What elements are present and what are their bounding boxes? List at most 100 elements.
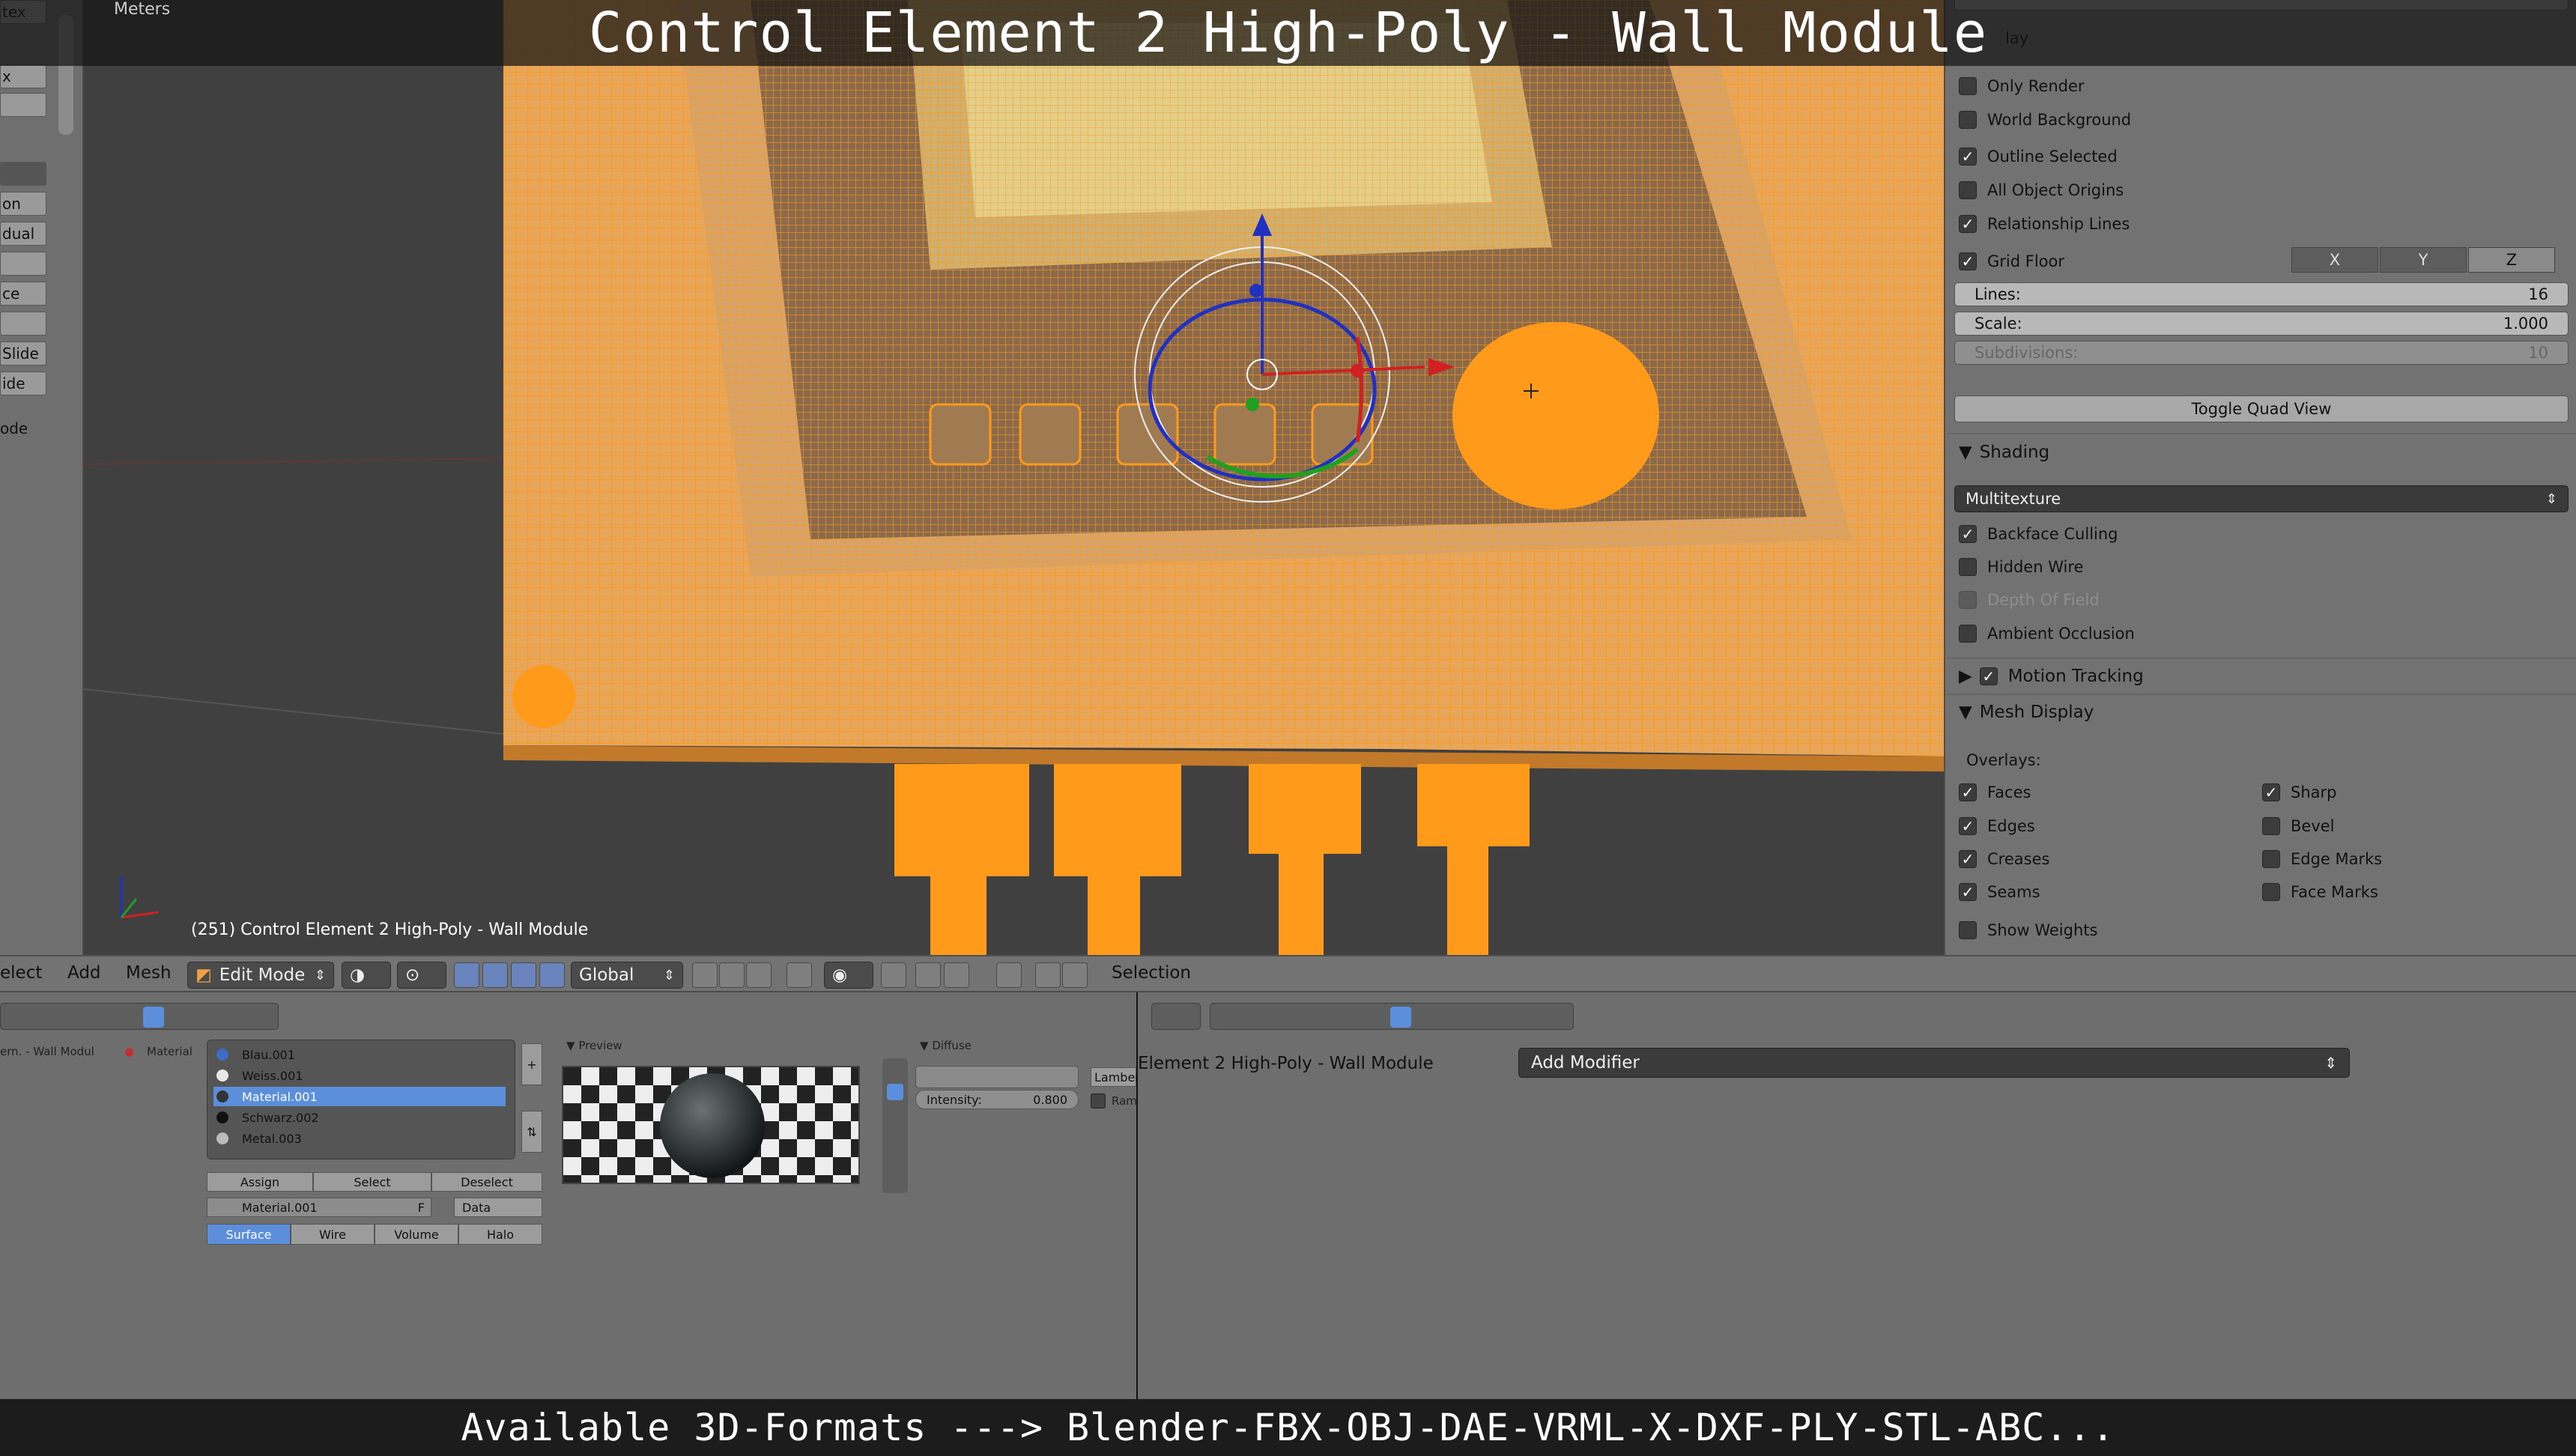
edges-checkbox[interactable]: ✓ bbox=[1959, 817, 1977, 835]
shelf-item-ode[interactable]: ode bbox=[0, 419, 28, 437]
outline-selected-row[interactable]: ✓ Outline Selected bbox=[1959, 144, 2118, 169]
tab-wire[interactable]: Wire bbox=[291, 1224, 375, 1245]
world-background-checkbox[interactable] bbox=[1959, 111, 1977, 129]
shelf-item-blank[interactable] bbox=[0, 93, 46, 117]
edge-select-icon[interactable] bbox=[719, 962, 745, 988]
camera-view-icon[interactable] bbox=[1062, 962, 1088, 988]
tab-halo[interactable]: Halo bbox=[458, 1224, 542, 1245]
face-marks-checkbox[interactable] bbox=[2262, 883, 2280, 901]
toggle-quad-view-button[interactable]: Toggle Quad View bbox=[1954, 395, 2569, 422]
add-modifier-select[interactable]: Add Modifier ⇕ bbox=[1518, 1048, 2350, 1078]
material-tab-icon[interactable] bbox=[143, 1007, 164, 1028]
preview-type-buttons[interactable] bbox=[882, 1058, 908, 1193]
lines-field[interactable]: Lines: 16 bbox=[1954, 282, 2569, 306]
seams-row[interactable]: ✓ Seams bbox=[1959, 879, 2040, 905]
sharp-row[interactable]: ✓ Sharp bbox=[2262, 780, 2336, 805]
list-item[interactable]: Blau.001 bbox=[213, 1045, 506, 1064]
hidden-wire-row[interactable]: Hidden Wire bbox=[1959, 554, 2083, 580]
properties-context-tabs-2[interactable] bbox=[1210, 1003, 1574, 1030]
all-object-origins-row[interactable]: All Object Origins bbox=[1959, 178, 2124, 203]
shelf-item-on[interactable]: on bbox=[0, 192, 46, 216]
modifier-tab-icon[interactable] bbox=[1390, 1007, 1411, 1028]
subdivisions-field[interactable]: Subdivisions: 10 bbox=[1954, 341, 2569, 365]
hidden-wire-checkbox[interactable] bbox=[1959, 558, 1977, 576]
assign-button[interactable]: Assign bbox=[207, 1172, 313, 1192]
bevel-row[interactable]: Bevel bbox=[2262, 813, 2335, 839]
only-render-checkbox[interactable] bbox=[1959, 77, 1977, 95]
shelf-item-x[interactable]: x bbox=[0, 64, 46, 88]
creases-checkbox[interactable]: ✓ bbox=[1959, 850, 1977, 868]
menu-add[interactable]: Add bbox=[67, 963, 101, 983]
shading-mode-select[interactable]: Multitexture ⇕ bbox=[1954, 485, 2569, 512]
slot-move-buttons[interactable]: ⇅ bbox=[521, 1111, 542, 1153]
shelf-item-dual[interactable]: dual bbox=[0, 222, 46, 246]
translate-manipulator-icon[interactable] bbox=[482, 962, 508, 988]
tab-surface[interactable]: Surface bbox=[207, 1224, 291, 1245]
shading-header[interactable]: ▼ Shading bbox=[1959, 438, 2049, 467]
bevel-checkbox[interactable] bbox=[2262, 817, 2280, 835]
ambient-occlusion-checkbox[interactable] bbox=[1959, 625, 1977, 643]
menu-mesh[interactable]: Mesh bbox=[126, 963, 172, 983]
rotate-manipulator-icon[interactable] bbox=[511, 962, 536, 988]
show-weights-checkbox[interactable] bbox=[1959, 921, 1977, 939]
show-weights-row[interactable]: Show Weights bbox=[1959, 917, 2097, 943]
mode-select[interactable]: ◩ Edit Mode ⇕ bbox=[187, 962, 334, 989]
axis-z-toggle[interactable]: Z bbox=[2468, 247, 2555, 273]
list-item[interactable]: Metal.003 bbox=[213, 1129, 506, 1148]
list-item-selected[interactable]: Material.001 bbox=[213, 1087, 506, 1106]
creases-row[interactable]: ✓ Creases bbox=[1959, 846, 2049, 872]
sharp-checkbox[interactable]: ✓ bbox=[2262, 783, 2280, 801]
sphere-preview-icon[interactable] bbox=[887, 1084, 903, 1100]
world-background-row[interactable]: World Background bbox=[1959, 107, 2131, 133]
shelf-item-blank3[interactable] bbox=[0, 312, 46, 336]
render-animation-icon[interactable] bbox=[1035, 962, 1061, 988]
intensity-slider[interactable]: Intensity: 0.800 bbox=[915, 1090, 1079, 1109]
depth-of-field-checkbox[interactable] bbox=[1959, 591, 1977, 609]
diffuse-panel-header[interactable]: ▼ Diffuse bbox=[920, 1039, 972, 1052]
material-slot-list[interactable]: Blau.001 Weiss.001 Material.001 Schwarz.… bbox=[207, 1040, 515, 1159]
deselect-button[interactable]: Deselect bbox=[431, 1172, 542, 1192]
manipulator-toggle-icon[interactable] bbox=[454, 962, 479, 988]
diffuse-color-swatch[interactable] bbox=[915, 1066, 1079, 1088]
shelf-item-ce[interactable]: ce bbox=[0, 282, 46, 306]
limit-selection-icon[interactable] bbox=[787, 962, 812, 988]
scale-manipulator-icon[interactable] bbox=[539, 962, 565, 988]
backface-culling-checkbox[interactable]: ✓ bbox=[1959, 525, 1977, 543]
diffuse-shader-select[interactable]: Lambert bbox=[1091, 1067, 1145, 1087]
vertex-select-icon[interactable] bbox=[692, 962, 718, 988]
editor-type-select[interactable] bbox=[1151, 1003, 1201, 1030]
outline-selected-checkbox[interactable]: ✓ bbox=[1959, 148, 1977, 166]
backface-culling-row[interactable]: ✓ Backface Culling bbox=[1959, 521, 2118, 547]
face-marks-row[interactable]: Face Marks bbox=[2262, 879, 2378, 905]
snap-toggle-icon[interactable] bbox=[915, 962, 941, 988]
edge-marks-checkbox[interactable] bbox=[2262, 850, 2280, 868]
ambient-occlusion-row[interactable]: Ambient Occlusion bbox=[1959, 621, 2135, 646]
fake-user-toggle[interactable]: F bbox=[418, 1201, 425, 1215]
shelf-item-blank2[interactable] bbox=[0, 252, 46, 276]
scale-field[interactable]: Scale: 1.000 bbox=[1954, 312, 2569, 336]
material-name-field[interactable]: Material.001 F bbox=[207, 1198, 431, 1217]
shelf-item-ide[interactable]: ide bbox=[0, 371, 46, 395]
3d-viewport[interactable]: (251) Control Element 2 High-Poly - Wall… bbox=[84, 0, 1944, 955]
depth-of-field-row[interactable]: Depth Of Field bbox=[1959, 587, 2100, 613]
preview-panel-header[interactable]: ▼ Preview bbox=[566, 1039, 622, 1052]
snap-element-icon[interactable] bbox=[944, 962, 969, 988]
mesh-display-header[interactable]: ▼ Mesh Display bbox=[1959, 698, 2094, 727]
relationship-lines-checkbox[interactable]: ✓ bbox=[1959, 215, 1977, 233]
menu-select[interactable]: elect bbox=[0, 963, 42, 983]
pivot-point-select[interactable]: ⊙ bbox=[397, 962, 446, 989]
opengl-render-icon[interactable] bbox=[996, 962, 1022, 988]
edge-marks-row[interactable]: Edge Marks bbox=[2262, 846, 2382, 872]
list-item[interactable]: Weiss.001 bbox=[213, 1066, 506, 1085]
shelf-dropdown[interactable] bbox=[0, 162, 46, 186]
motion-tracking-checkbox[interactable]: ✓ bbox=[1979, 667, 1998, 685]
proportional-edit-select[interactable]: ◉ bbox=[824, 962, 873, 989]
shelf-item-slide[interactable]: Slide bbox=[0, 342, 46, 365]
transform-orientation-select[interactable]: Global ⇕ bbox=[571, 962, 683, 989]
axis-x-toggle[interactable]: X bbox=[2291, 247, 2378, 273]
faces-row[interactable]: ✓ Faces bbox=[1959, 780, 2031, 805]
faces-checkbox[interactable]: ✓ bbox=[1959, 783, 1977, 801]
seams-checkbox[interactable]: ✓ bbox=[1959, 883, 1977, 901]
motion-tracking-header[interactable]: ▶ ✓ Motion Tracking bbox=[1959, 662, 2144, 691]
all-object-origins-checkbox[interactable] bbox=[1959, 181, 1977, 199]
